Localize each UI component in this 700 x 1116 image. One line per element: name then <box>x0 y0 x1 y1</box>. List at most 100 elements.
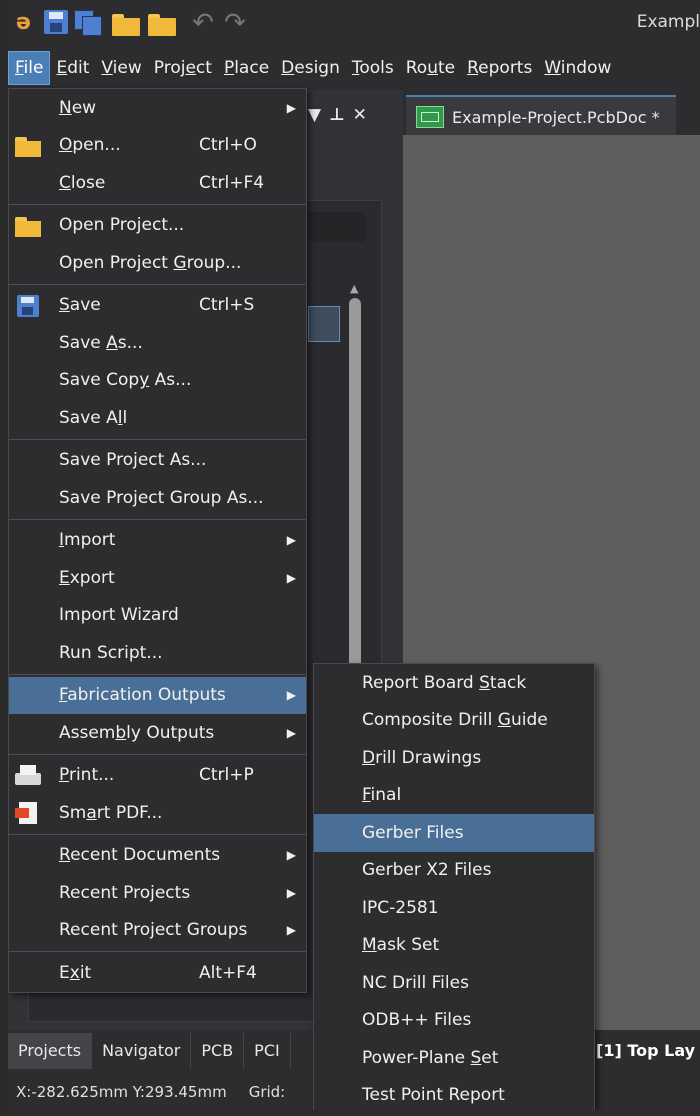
open-folder-icon[interactable] <box>112 14 142 36</box>
file-menu-recent-documents[interactable]: Recent Documents ▶ <box>9 837 306 875</box>
submenu-composite-drill-guide[interactable]: Composite Drill Guide <box>314 702 594 740</box>
file-menu-smart-pdf[interactable]: Smart PDF... <box>9 794 306 832</box>
label-part: dit <box>67 58 90 78</box>
label-part: Save Project Group As... <box>59 487 264 508</box>
file-menu-export[interactable]: Export ▶ <box>9 559 306 597</box>
menu-tools[interactable]: Tools <box>346 52 400 84</box>
menu-route[interactable]: Route <box>400 52 461 84</box>
label-part: Save A <box>59 407 118 428</box>
pin-icon[interactable]: ⊥ <box>329 105 345 125</box>
save-all-icon[interactable] <box>74 10 102 36</box>
label-part: Sm <box>59 802 87 823</box>
redo-icon[interactable]: ↷ <box>220 10 250 36</box>
label-part: mport <box>64 530 116 551</box>
file-menu-open[interactable]: Open... Ctrl+O <box>9 127 306 165</box>
submenu-power-plane-set[interactable]: Power-Plane Set <box>314 1039 594 1077</box>
grid-readout: Grid: <box>248 1083 286 1101</box>
file-menu-import[interactable]: Import ▶ <box>9 522 306 560</box>
floppy-icon <box>17 294 39 317</box>
app-window: ə ↶ ↷ Exampl File Edit View Project Place Des… <box>8 0 700 1110</box>
accelerator-key: b <box>115 722 127 743</box>
file-menu-new[interactable]: New ▶ <box>9 89 306 127</box>
menu-view[interactable]: View <box>95 52 147 84</box>
menu-design[interactable]: Design <box>275 52 346 84</box>
file-menu-fabrication-outputs[interactable]: Fabrication Outputs ▶ <box>9 676 306 714</box>
tab-projects[interactable]: Projects <box>8 1033 93 1069</box>
submenu-gerber-files[interactable]: Gerber Files <box>314 814 594 852</box>
accelerator-key: W <box>544 58 561 78</box>
submenu-item-label: Composite Drill Guide <box>314 710 548 730</box>
file-menu-exit[interactable]: Exit Alt+F4 <box>9 954 306 992</box>
label-part: uide <box>510 710 548 731</box>
submenu-item-label: Final <box>314 785 401 805</box>
menu-item-label: Save <box>59 295 101 315</box>
file-menu-recent-projects[interactable]: Recent Projects ▶ <box>9 874 306 912</box>
submenu-test-point-report[interactable]: Test Point Report <box>314 1077 594 1111</box>
label-part: iew <box>112 58 142 78</box>
label-part: esign <box>294 58 340 78</box>
submenu-ipc-2581[interactable]: IPC-2581 <box>314 889 594 927</box>
layer-tab-top[interactable]: [1] Top Lay <box>578 1036 695 1066</box>
accelerator-key: D <box>362 747 376 768</box>
file-menu-open-project[interactable]: Open Project... <box>9 207 306 245</box>
submenu-drill-drawings[interactable]: Drill Drawings <box>314 739 594 777</box>
label-part: roup... <box>186 252 242 273</box>
label-part: eports <box>478 58 533 78</box>
file-menu-save[interactable]: Save Ctrl+S <box>9 287 306 325</box>
close-icon[interactable]: ✕ <box>353 105 367 125</box>
file-menu-assembly-outputs[interactable]: Assembly Outputs ▶ <box>9 714 306 752</box>
triangle-down-icon[interactable]: ▼ <box>308 105 321 125</box>
file-menu-run-script[interactable]: Run Script... <box>9 634 306 672</box>
file-menu-save-all[interactable]: Save All <box>9 399 306 437</box>
submenu-gerber-x2-files[interactable]: Gerber X2 Files <box>314 852 594 890</box>
menu-place[interactable]: Place <box>218 52 275 84</box>
menu-item-shortcut: Ctrl+P <box>199 765 254 786</box>
file-menu-save-as[interactable]: Save As... <box>9 324 306 362</box>
panel-scroll-thumb[interactable] <box>349 298 361 718</box>
label-part: ecent Documents <box>70 845 221 866</box>
file-menu-import-wizard[interactable]: Import Wizard <box>9 597 306 635</box>
menu-item-shortcut: Ctrl+S <box>199 295 255 316</box>
menu-edit[interactable]: Edit <box>50 52 95 84</box>
label-part: s... <box>117 332 143 353</box>
file-menu-print[interactable]: Print... Ctrl+P <box>9 757 306 795</box>
undo-icon[interactable]: ↶ <box>188 10 218 36</box>
doc-tab-label: Example-Project.PcbDoc * <box>452 107 660 127</box>
submenu-report-board-stack[interactable]: Report Board Stack <box>314 664 594 702</box>
file-menu-recent-project-groups[interactable]: Recent Project Groups ▶ <box>9 912 306 950</box>
file-menu-save-project-as[interactable]: Save Project As... <box>9 442 306 480</box>
menu-item-label: Recent Project Groups <box>59 920 247 940</box>
tab-navigator[interactable]: Navigator <box>92 1033 192 1069</box>
submenu-item-label: IPC-2581 <box>314 898 439 918</box>
submenu-odb-files[interactable]: ODB++ Files <box>314 1002 594 1040</box>
tab-pcb-document[interactable]: Example-Project.PcbDoc * <box>406 95 676 137</box>
label-part: et <box>481 1047 499 1068</box>
file-menu-open-project-group[interactable]: Open Project Group... <box>9 244 306 282</box>
tab-pcb[interactable]: PCB <box>191 1033 245 1069</box>
panel-search-input[interactable] <box>308 212 366 242</box>
menu-file[interactable]: File <box>8 51 51 85</box>
submenu-mask-set[interactable]: Mask Set <box>314 927 594 965</box>
menu-window[interactable]: Window <box>538 52 617 84</box>
menu-item-label: Save Project Group As... <box>59 488 264 508</box>
accelerator-key: E <box>59 567 70 588</box>
submenu-item-label: Gerber X2 Files <box>314 860 491 880</box>
submenu-item-label: Report Board Stack <box>314 673 526 693</box>
file-menu-save-project-group-as[interactable]: Save Project Group As... <box>9 479 306 517</box>
scroll-up-arrow-icon[interactable]: ▲ <box>350 282 358 295</box>
open-project-folder-icon[interactable] <box>148 14 178 36</box>
file-menu-save-copy-as[interactable]: Save Copy As... <box>9 362 306 400</box>
tab-pci[interactable]: PCI <box>244 1033 291 1069</box>
save-icon[interactable] <box>44 10 68 34</box>
submenu-nc-drill-files[interactable]: NC Drill Files <box>314 964 594 1002</box>
file-menu-close[interactable]: Close Ctrl+F4 <box>9 164 306 202</box>
submenu-item-label: Drill Drawings <box>314 748 481 768</box>
menu-item-label: Import <box>59 530 115 550</box>
submenu-final[interactable]: Final <box>314 777 594 815</box>
menu-item-label: Smart PDF... <box>59 803 162 823</box>
tree-selected-item[interactable] <box>308 306 340 342</box>
label-part: tack <box>489 672 527 693</box>
menu-project[interactable]: Project <box>148 52 218 84</box>
label-part: abrication Outputs <box>67 685 226 706</box>
menu-reports[interactable]: Reports <box>461 52 538 84</box>
